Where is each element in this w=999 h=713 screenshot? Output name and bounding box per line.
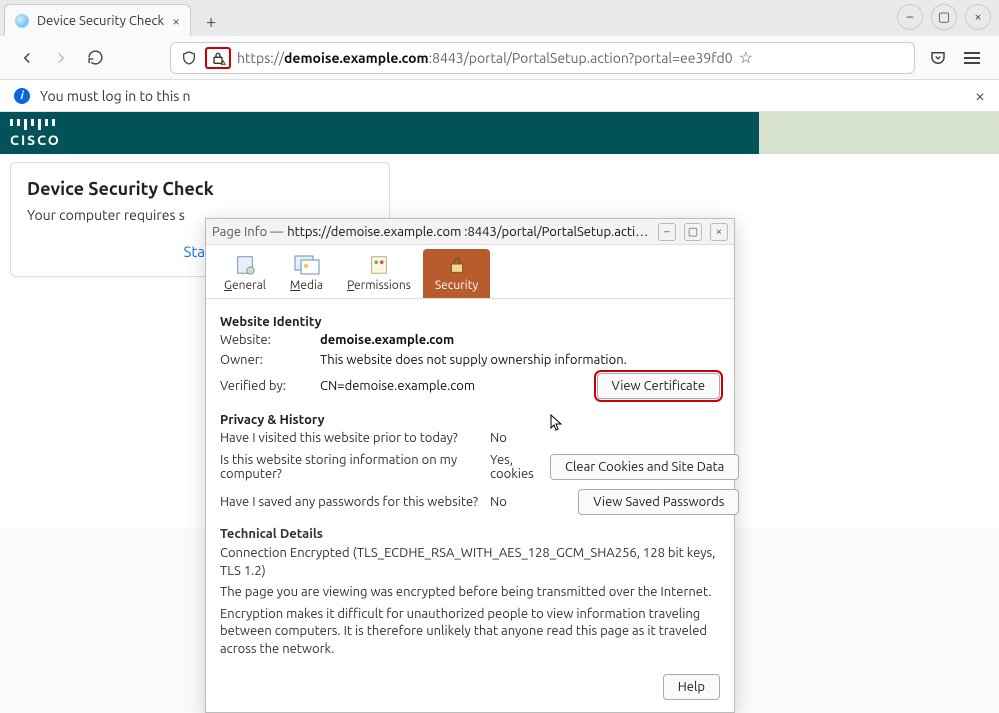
identity-heading: Website Identity [220,315,720,329]
dialog-minimize-button[interactable]: – [658,223,676,241]
clear-cookies-button[interactable]: Clear Cookies and Site Data [550,454,739,480]
owner-value: This website does not supply ownership i… [320,353,720,367]
url-port: :8443 [429,50,464,66]
close-icon[interactable]: × [172,13,180,29]
technical-details: Technical Details Connection Encrypted (… [220,527,720,658]
close-window-button[interactable]: × [965,4,991,30]
tab-security[interactable]: Security [423,249,490,298]
notification-bar: i You must log in to this n × [0,80,999,112]
window-controls: – ▢ × [897,4,991,30]
info-icon: i [14,88,30,104]
verified-label: Verified by: [220,379,310,393]
tech-heading: Technical Details [220,527,720,541]
globe-icon [15,14,29,28]
maximize-button[interactable]: ▢ [931,4,957,30]
permissions-icon [365,253,393,277]
dialog-tabs: General Media Permissions Security [206,245,734,299]
lock-icon [443,253,471,277]
dialog-title-address: https://demoise.example.com :8443/portal… [287,225,650,239]
website-label: Website: [220,333,310,347]
card-title: Device Security Check [27,179,373,199]
infobar-close-icon[interactable]: × [975,86,985,106]
tab-media[interactable]: Media [278,249,335,298]
page-info-dialog: Page Info — https://demoise.example.com … [205,218,735,713]
toolbar: https://demoise.example.com:8443/portal/… [0,36,999,80]
forward-button[interactable] [50,47,72,69]
tech-line3: Encryption makes it difficult for unauth… [220,606,720,659]
dialog-maximize-button[interactable]: ▢ [684,223,702,241]
dialog-body: Website Identity Website: demoise.exampl… [206,299,734,674]
dialog-titlebar[interactable]: Page Info — https://demoise.example.com … [206,219,734,245]
bookmark-star-icon[interactable]: ☆ [739,48,753,67]
url-text: https://demoise.example.com:8443/portal/… [237,50,733,66]
tab-strip: Device Security Check × + – ▢ × [0,0,999,36]
brand-text: CISCO [10,132,61,148]
address-bar[interactable]: https://demoise.example.com:8443/portal/… [170,42,915,74]
tech-line2: The page you are viewing was encrypted b… [220,584,720,602]
url-domain: demoise.example.com [284,50,429,66]
help-button[interactable]: Help [663,674,720,700]
owner-label: Owner: [220,353,310,367]
tab-permissions[interactable]: Permissions [335,249,423,298]
url-prefix: https:// [237,50,284,66]
verified-value: CN=demoise.example.com [320,379,587,393]
browser-tab[interactable]: Device Security Check × [4,4,191,36]
media-icon [293,253,321,277]
pocket-icon[interactable] [927,47,949,69]
page-banner: CISCO [0,112,999,154]
banner-decoration [759,112,999,154]
tab-general[interactable]: General [212,249,278,298]
tab-title: Device Security Check [37,14,164,28]
dialog-title-prefix: Page Info — [212,225,283,239]
privacy-a1: No [490,431,550,445]
view-certificate-button[interactable]: View Certificate [597,373,720,399]
reload-button[interactable] [84,47,106,69]
minimize-button[interactable]: – [897,4,923,30]
privacy-q3: Have I saved any passwords for this webs… [220,495,490,509]
view-saved-passwords-button[interactable]: View Saved Passwords [578,489,739,515]
shield-icon[interactable] [179,48,199,68]
privacy-heading: Privacy & History [220,413,720,427]
menu-button[interactable] [961,47,983,69]
new-tab-button[interactable]: + [197,8,225,36]
page-icon [231,253,259,277]
dialog-close-button[interactable]: × [710,223,728,241]
website-value: demoise.example.com [320,333,587,347]
tab-general-label: eneral [232,279,266,292]
privacy-a2: Yes, cookies [490,453,550,481]
url-path: /portal/PortalSetup.action?portal=ee39fd… [464,50,733,66]
privacy-q2: Is this website storing information on m… [220,453,490,481]
tech-line1: Connection Encrypted (TLS_ECDHE_RSA_WITH… [220,545,720,580]
privacy-q1: Have I visited this website prior to tod… [220,431,490,445]
tab-media-label: edia [300,279,323,292]
privacy-a3: No [490,495,550,509]
back-button[interactable] [16,47,38,69]
tab-permissions-label: ermissions [354,279,411,292]
lock-warning-icon[interactable] [205,47,231,69]
tab-security-label: Security [435,279,478,292]
cisco-logo: CISCO [10,119,61,148]
infobar-text: You must log in to this n [40,88,191,104]
page-content: CISCO Device Security Check Your compute… [0,112,999,528]
